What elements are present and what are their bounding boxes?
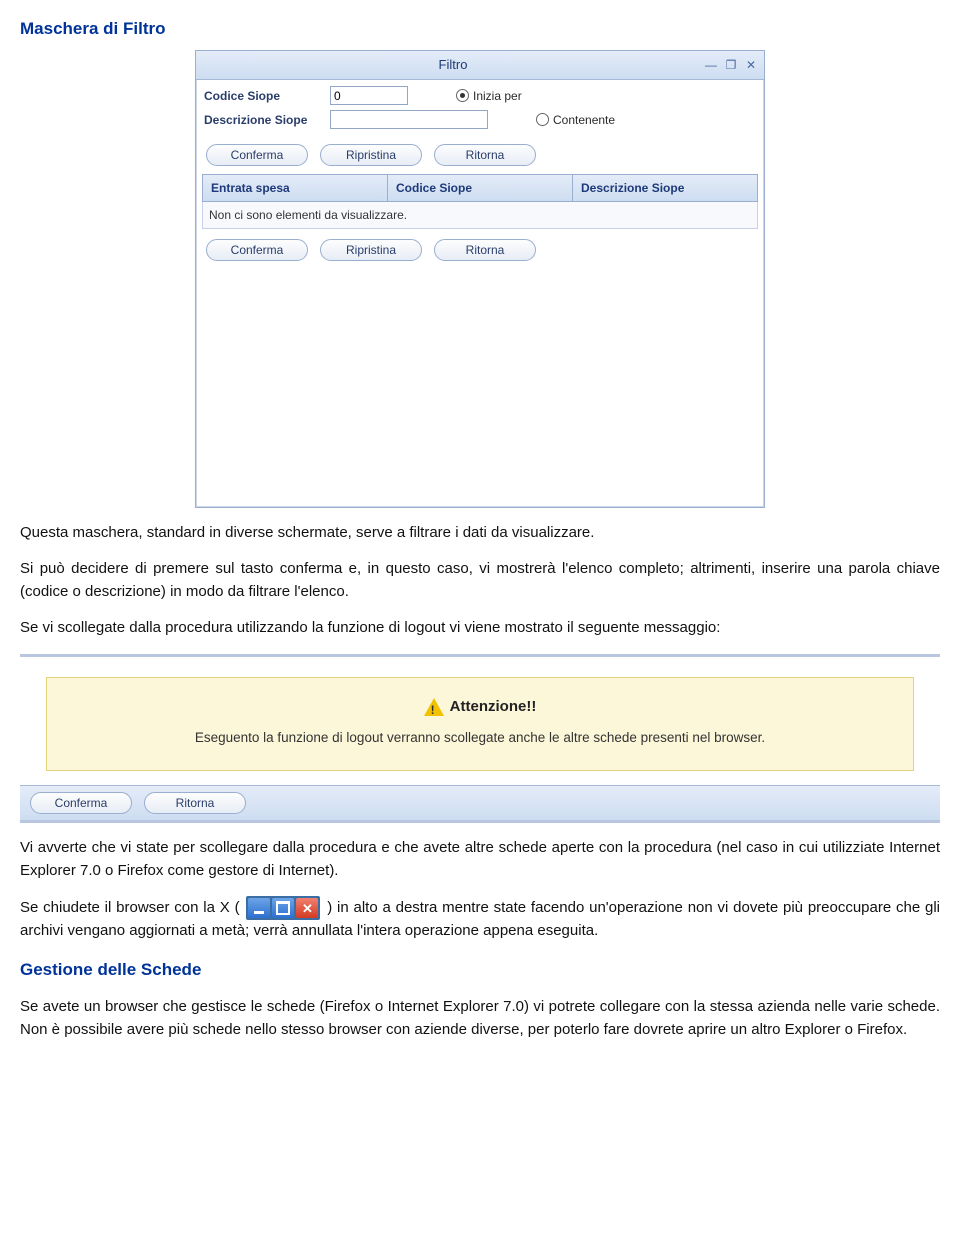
conferma-button-2[interactable]: Conferma xyxy=(206,239,308,261)
close-icon[interactable]: ✕ xyxy=(744,56,758,74)
ritorna-button[interactable]: Ritorna xyxy=(434,144,536,166)
grid-empty-msg: Non ci sono elementi da visualizzare. xyxy=(202,202,758,229)
heading-maschera: Maschera di Filtro xyxy=(20,16,940,42)
label-inizia-per: Inizia per xyxy=(473,87,522,105)
filtro-window: Filtro — ❐ ✕ Codice Siope Inizia per Des… xyxy=(195,50,765,508)
ritorna-button-2[interactable]: Ritorna xyxy=(434,239,536,261)
x-icon: ✕ xyxy=(296,898,318,918)
label-descrizione-siope: Descrizione Siope xyxy=(204,111,322,129)
input-descrizione-siope[interactable] xyxy=(330,110,488,129)
max-icon xyxy=(272,898,294,918)
paragraph-warning-explain: Vi avverte che vi state per scollegare d… xyxy=(20,837,940,882)
heading-gestione-schede: Gestione delle Schede xyxy=(20,957,940,983)
col-entrata-spesa: Entrata spesa xyxy=(203,175,388,201)
paragraph-schede: Se avete un browser che gestisce le sche… xyxy=(20,996,940,1041)
filtro-title: Filtro xyxy=(202,55,704,75)
label-codice-siope: Codice Siope xyxy=(204,87,322,105)
conferma-button[interactable]: Conferma xyxy=(206,144,308,166)
col-descrizione-siope: Descrizione Siope xyxy=(573,175,757,201)
filtro-titlebar: Filtro — ❐ ✕ xyxy=(196,51,764,80)
warning-screenshot: Attenzione!! Eseguento la funzione di lo… xyxy=(20,654,940,824)
maximize-icon[interactable]: ❐ xyxy=(724,56,738,74)
radio-contenente[interactable] xyxy=(536,113,549,126)
paragraph-intro2: Si può decidere di premere sul tasto con… xyxy=(20,558,940,603)
ripristina-button-2[interactable]: Ripristina xyxy=(320,239,422,261)
window-controls-icon: ✕ xyxy=(246,896,320,920)
radio-inizia-per[interactable] xyxy=(456,89,469,102)
col-codice-siope: Codice Siope xyxy=(388,175,573,201)
paragraph-close-x: Se chiudete il browser con la X ( ✕ ) in… xyxy=(20,896,940,943)
ripristina-button[interactable]: Ripristina xyxy=(320,144,422,166)
warn-ritorna-button[interactable]: Ritorna xyxy=(144,792,246,814)
paragraph-intro1: Questa maschera, standard in diverse sch… xyxy=(20,522,940,545)
warn-conferma-button[interactable]: Conferma xyxy=(30,792,132,814)
minimize-icon[interactable]: — xyxy=(704,56,718,74)
grid-header: Entrata spesa Codice Siope Descrizione S… xyxy=(202,174,758,202)
warning-message: Eseguento la funzione di logout verranno… xyxy=(61,728,899,748)
warning-icon xyxy=(424,698,444,716)
warning-title: Attenzione!! xyxy=(450,696,537,719)
paragraph-logout-intro: Se vi scollegate dalla procedura utilizz… xyxy=(20,617,940,640)
input-codice-siope[interactable] xyxy=(330,86,408,105)
label-contenente: Contenente xyxy=(553,111,615,129)
min-icon xyxy=(248,898,270,918)
